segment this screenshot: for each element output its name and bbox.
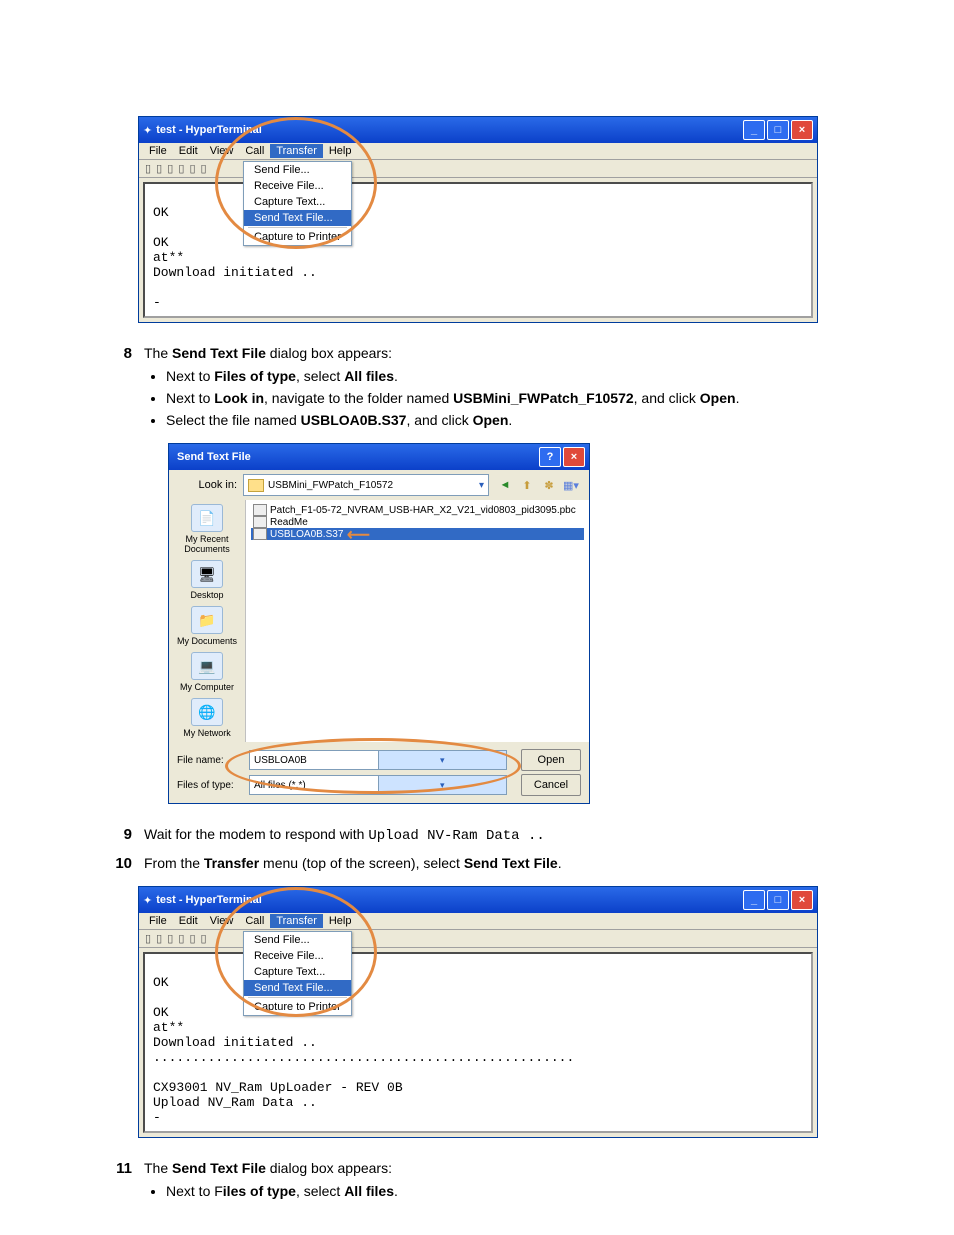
file-row[interactable]: Patch_F1-05-72_NVRAM_USB-HAR_X2_V21_vid0… bbox=[251, 504, 584, 516]
step8-bullet2: Next to Look in, navigate to the folder … bbox=[166, 388, 844, 409]
step-number-9: 9 bbox=[110, 824, 132, 849]
app-icon: ✦ bbox=[143, 894, 152, 907]
close-button[interactable]: × bbox=[791, 120, 813, 140]
send-text-file-dialog: Send Text File ? × Look in: USBMini_FWPa… bbox=[168, 443, 590, 804]
desktop-icon: 🖥 bbox=[191, 560, 223, 588]
file-icon bbox=[253, 504, 267, 516]
step-number-11: 11 bbox=[110, 1158, 132, 1208]
step10-text: From the Transfer menu (top of the scree… bbox=[144, 853, 844, 874]
place-mynet[interactable]: 🌐My Network bbox=[183, 698, 231, 738]
recent-docs-icon: 📄 bbox=[191, 504, 223, 532]
step8-lead: The Send Text File dialog box appears: bbox=[144, 343, 844, 364]
maximize-button[interactable]: □ bbox=[767, 120, 789, 140]
open-button[interactable]: Open bbox=[521, 749, 581, 771]
close-button[interactable]: × bbox=[563, 447, 585, 467]
step8-bullet3: Select the file named USBLOA0B.S37, and … bbox=[166, 410, 844, 431]
step11-bullet1: Next to Files of type, select All files. bbox=[166, 1181, 844, 1202]
hyperterminal-window-2: ✦ test - HyperTerminal _ □ × File Edit V… bbox=[138, 886, 818, 1138]
lookin-value: USBMini_FWPatch_F10572 bbox=[268, 480, 393, 491]
lookin-label: Look in: bbox=[177, 479, 237, 491]
mynetwork-icon: 🌐 bbox=[191, 698, 223, 726]
file-row[interactable]: ReadMe bbox=[251, 516, 584, 528]
new-folder-icon[interactable]: ✽ bbox=[539, 475, 559, 495]
file-icon bbox=[253, 516, 267, 528]
file-row-selected[interactable]: USBLOA0B.S37 bbox=[251, 528, 584, 540]
step11-lead: The Send Text File dialog box appears: bbox=[144, 1158, 844, 1179]
folder-icon bbox=[248, 479, 264, 492]
menu-edit[interactable]: Edit bbox=[173, 914, 204, 928]
step-number-10: 10 bbox=[110, 853, 132, 876]
place-desktop[interactable]: 🖥Desktop bbox=[190, 560, 223, 600]
places-bar: 📄My Recent Documents 🖥Desktop 📁My Docume… bbox=[169, 500, 246, 742]
menu-file[interactable]: File bbox=[143, 144, 173, 158]
dialog-titlebar: Send Text File ? × bbox=[169, 444, 589, 470]
dialog-title: Send Text File bbox=[173, 451, 539, 463]
file-icon bbox=[253, 528, 267, 540]
cancel-button[interactable]: Cancel bbox=[521, 774, 581, 796]
annotation-circle bbox=[215, 887, 377, 1017]
help-button[interactable]: ? bbox=[539, 447, 561, 467]
step9-text: Wait for the modem to respond with Uploa… bbox=[144, 824, 844, 847]
place-mycomp[interactable]: 💻My Computer bbox=[180, 652, 234, 692]
up-icon[interactable]: ⬆ bbox=[517, 475, 537, 495]
back-icon[interactable]: ◄ bbox=[495, 475, 515, 495]
step-number-8: 8 bbox=[110, 343, 132, 437]
place-mydocs[interactable]: 📁My Documents bbox=[177, 606, 237, 646]
maximize-button[interactable]: □ bbox=[767, 890, 789, 910]
step8-bullet1: Next to Files of type, select All files. bbox=[166, 366, 844, 387]
mydocs-icon: 📁 bbox=[191, 606, 223, 634]
close-button[interactable]: × bbox=[791, 890, 813, 910]
lookin-dropdown[interactable]: USBMini_FWPatch_F10572 ▾ bbox=[243, 474, 489, 496]
minimize-button[interactable]: _ bbox=[743, 120, 765, 140]
app-icon: ✦ bbox=[143, 124, 152, 137]
menu-file[interactable]: File bbox=[143, 914, 173, 928]
views-icon[interactable]: ▦▾ bbox=[561, 475, 581, 495]
chevron-down-icon: ▾ bbox=[479, 480, 484, 491]
annotation-circle bbox=[215, 117, 377, 249]
place-recent[interactable]: 📄My Recent Documents bbox=[171, 504, 243, 554]
annotation-arrow-icon: ⟵ bbox=[347, 525, 370, 545]
mycomputer-icon: 💻 bbox=[191, 652, 223, 680]
minimize-button[interactable]: _ bbox=[743, 890, 765, 910]
annotation-ellipse bbox=[225, 738, 521, 794]
filetype-label: Files of type: bbox=[177, 780, 243, 791]
hyperterminal-window-1: ✦ test - HyperTerminal _ □ × File Edit V… bbox=[138, 116, 818, 323]
menu-edit[interactable]: Edit bbox=[173, 144, 204, 158]
file-list[interactable]: Patch_F1-05-72_NVRAM_USB-HAR_X2_V21_vid0… bbox=[246, 500, 589, 742]
